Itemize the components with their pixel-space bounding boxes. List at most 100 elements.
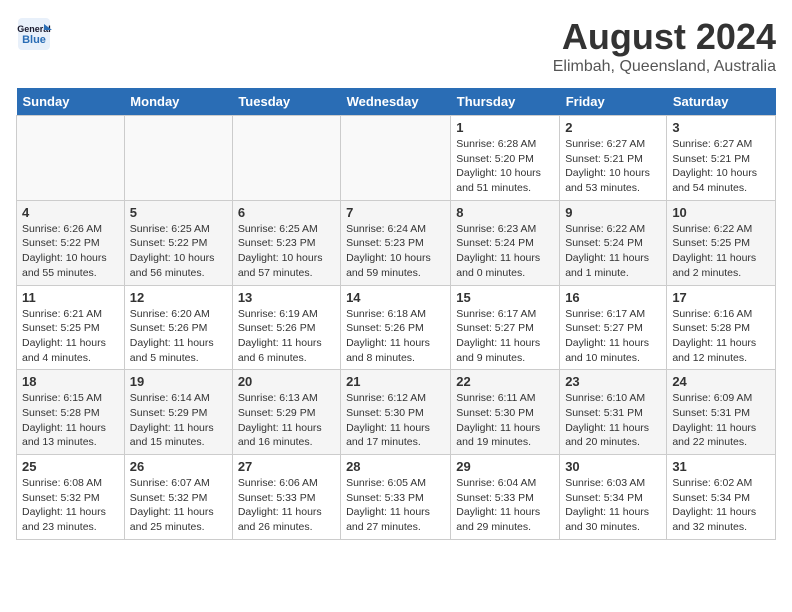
- calendar-cell: 6Sunrise: 6:25 AM Sunset: 5:23 PM Daylig…: [232, 200, 340, 285]
- calendar-subtitle: Elimbah, Queensland, Australia: [553, 58, 776, 76]
- calendar-cell: 10 Sunrise: 6:22 AM Sunset: 5:25 PM Dayli…: [667, 200, 776, 285]
- calendar-cell: 31 Sunrise: 6:02 AM Sunset: 5:34 PM Dayli…: [667, 455, 776, 540]
- day-info: Sunrise: 6:22 AM Sunset: 5:25 PM Dayligh…: [672, 222, 770, 281]
- day-number: 5: [130, 205, 227, 220]
- calendar-cell: [232, 116, 340, 201]
- calendar-cell: 12 Sunrise: 6:20 AM Sunset: 5:26 PM Dayli…: [124, 285, 232, 370]
- day-info: Sunrise: 6:25 AM Sunset: 5:22 PM Dayligh…: [130, 222, 227, 281]
- day-number: 19: [130, 374, 227, 389]
- calendar-cell: 21 Sunrise: 6:12 AM Sunset: 5:30 PM Dayli…: [341, 370, 451, 455]
- day-number: 14: [346, 290, 445, 305]
- title-section: August 2024 Elimbah, Queensland, Austral…: [553, 16, 776, 76]
- calendar-body: 1 Sunrise: 6:28 AM Sunset: 5:20 PM Daylig…: [17, 116, 776, 540]
- week-row-1: 1 Sunrise: 6:28 AM Sunset: 5:20 PM Daylig…: [17, 116, 776, 201]
- weekday-header-saturday: Saturday: [667, 88, 776, 116]
- calendar-cell: 5 Sunrise: 6:25 AM Sunset: 5:22 PM Daylig…: [124, 200, 232, 285]
- logo: General Blue: [16, 16, 52, 52]
- day-number: 21: [346, 374, 445, 389]
- calendar-cell: [17, 116, 125, 201]
- day-info: Sunrise: 6:27 AM Sunset: 5:21 PM Dayligh…: [672, 137, 770, 196]
- day-number: 27: [238, 459, 335, 474]
- calendar-cell: 16 Sunrise: 6:17 AM Sunset: 5:27 PM Dayli…: [560, 285, 667, 370]
- day-number: 15: [456, 290, 554, 305]
- day-info: Sunrise: 6:28 AM Sunset: 5:20 PM Dayligh…: [456, 137, 554, 196]
- calendar-table: SundayMondayTuesdayWednesdayThursdayFrid…: [16, 88, 776, 540]
- day-number: 9: [565, 205, 661, 220]
- calendar-cell: 30 Sunrise: 6:03 AM Sunset: 5:34 PM Dayli…: [560, 455, 667, 540]
- weekday-header-monday: Monday: [124, 88, 232, 116]
- day-info: Sunrise: 6:17 AM Sunset: 5:27 PM Dayligh…: [565, 307, 661, 366]
- calendar-cell: 23Sunrise: 6:10 AM Sunset: 5:31 PM Dayli…: [560, 370, 667, 455]
- day-info: Sunrise: 6:05 AM Sunset: 5:33 PM Dayligh…: [346, 476, 445, 535]
- day-number: 11: [22, 290, 119, 305]
- day-number: 25: [22, 459, 119, 474]
- day-number: 20: [238, 374, 335, 389]
- day-info: Sunrise: 6:08 AM Sunset: 5:32 PM Dayligh…: [22, 476, 119, 535]
- day-number: 1: [456, 120, 554, 135]
- calendar-cell: 13 Sunrise: 6:19 AM Sunset: 5:26 PM Dayli…: [232, 285, 340, 370]
- calendar-cell: [124, 116, 232, 201]
- day-info: Sunrise: 6:14 AM Sunset: 5:29 PM Dayligh…: [130, 391, 227, 450]
- calendar-cell: 18Sunrise: 6:15 AM Sunset: 5:28 PM Dayli…: [17, 370, 125, 455]
- day-number: 17: [672, 290, 770, 305]
- week-row-3: 11 Sunrise: 6:21 AM Sunset: 5:25 PM Dayli…: [17, 285, 776, 370]
- calendar-cell: 27 Sunrise: 6:06 AM Sunset: 5:33 PM Dayli…: [232, 455, 340, 540]
- svg-text:Blue: Blue: [22, 34, 46, 46]
- calendar-cell: 9Sunrise: 6:22 AM Sunset: 5:24 PM Daylig…: [560, 200, 667, 285]
- day-info: Sunrise: 6:23 AM Sunset: 5:24 PM Dayligh…: [456, 222, 554, 281]
- calendar-cell: 25 Sunrise: 6:08 AM Sunset: 5:32 PM Dayli…: [17, 455, 125, 540]
- weekday-header-friday: Friday: [560, 88, 667, 116]
- weekday-header-wednesday: Wednesday: [341, 88, 451, 116]
- calendar-cell: 28 Sunrise: 6:05 AM Sunset: 5:33 PM Dayli…: [341, 455, 451, 540]
- day-number: 30: [565, 459, 661, 474]
- calendar-cell: 11 Sunrise: 6:21 AM Sunset: 5:25 PM Dayli…: [17, 285, 125, 370]
- day-number: 24: [672, 374, 770, 389]
- weekday-header-sunday: Sunday: [17, 88, 125, 116]
- calendar-cell: 15 Sunrise: 6:17 AM Sunset: 5:27 PM Dayli…: [451, 285, 560, 370]
- calendar-cell: 20 Sunrise: 6:13 AM Sunset: 5:29 PM Dayli…: [232, 370, 340, 455]
- day-info: Sunrise: 6:12 AM Sunset: 5:30 PM Dayligh…: [346, 391, 445, 450]
- day-info: Sunrise: 6:20 AM Sunset: 5:26 PM Dayligh…: [130, 307, 227, 366]
- day-info: Sunrise: 6:02 AM Sunset: 5:34 PM Dayligh…: [672, 476, 770, 535]
- day-info: Sunrise: 6:18 AM Sunset: 5:26 PM Dayligh…: [346, 307, 445, 366]
- day-number: 16: [565, 290, 661, 305]
- week-row-5: 25 Sunrise: 6:08 AM Sunset: 5:32 PM Dayli…: [17, 455, 776, 540]
- day-info: Sunrise: 6:03 AM Sunset: 5:34 PM Dayligh…: [565, 476, 661, 535]
- calendar-cell: 26 Sunrise: 6:07 AM Sunset: 5:32 PM Dayli…: [124, 455, 232, 540]
- weekday-header-tuesday: Tuesday: [232, 88, 340, 116]
- day-info: Sunrise: 6:06 AM Sunset: 5:33 PM Dayligh…: [238, 476, 335, 535]
- day-number: 10: [672, 205, 770, 220]
- calendar-cell: 2Sunrise: 6:27 AM Sunset: 5:21 PM Daylig…: [560, 116, 667, 201]
- day-number: 29: [456, 459, 554, 474]
- day-info: Sunrise: 6:17 AM Sunset: 5:27 PM Dayligh…: [456, 307, 554, 366]
- day-info: Sunrise: 6:04 AM Sunset: 5:33 PM Dayligh…: [456, 476, 554, 535]
- day-number: 26: [130, 459, 227, 474]
- calendar-cell: 17Sunrise: 6:16 AM Sunset: 5:28 PM Dayli…: [667, 285, 776, 370]
- day-number: 3: [672, 120, 770, 135]
- day-info: Sunrise: 6:24 AM Sunset: 5:23 PM Dayligh…: [346, 222, 445, 281]
- day-info: Sunrise: 6:09 AM Sunset: 5:31 PM Dayligh…: [672, 391, 770, 450]
- day-number: 31: [672, 459, 770, 474]
- calendar-cell: 1 Sunrise: 6:28 AM Sunset: 5:20 PM Daylig…: [451, 116, 560, 201]
- logo-icon: General Blue: [16, 16, 52, 52]
- calendar-cell: 8Sunrise: 6:23 AM Sunset: 5:24 PM Daylig…: [451, 200, 560, 285]
- day-info: Sunrise: 6:21 AM Sunset: 5:25 PM Dayligh…: [22, 307, 119, 366]
- calendar-cell: 14 Sunrise: 6:18 AM Sunset: 5:26 PM Dayli…: [341, 285, 451, 370]
- day-info: Sunrise: 6:07 AM Sunset: 5:32 PM Dayligh…: [130, 476, 227, 535]
- day-info: Sunrise: 6:27 AM Sunset: 5:21 PM Dayligh…: [565, 137, 661, 196]
- day-info: Sunrise: 6:19 AM Sunset: 5:26 PM Dayligh…: [238, 307, 335, 366]
- day-number: 12: [130, 290, 227, 305]
- calendar-cell: 24 Sunrise: 6:09 AM Sunset: 5:31 PM Dayli…: [667, 370, 776, 455]
- day-number: 13: [238, 290, 335, 305]
- day-info: Sunrise: 6:15 AM Sunset: 5:28 PM Dayligh…: [22, 391, 119, 450]
- day-number: 4: [22, 205, 119, 220]
- calendar-cell: 7Sunrise: 6:24 AM Sunset: 5:23 PM Daylig…: [341, 200, 451, 285]
- day-number: 28: [346, 459, 445, 474]
- calendar-cell: 29 Sunrise: 6:04 AM Sunset: 5:33 PM Dayli…: [451, 455, 560, 540]
- week-row-2: 4 Sunrise: 6:26 AM Sunset: 5:22 PM Daylig…: [17, 200, 776, 285]
- day-info: Sunrise: 6:26 AM Sunset: 5:22 PM Dayligh…: [22, 222, 119, 281]
- day-number: 23: [565, 374, 661, 389]
- day-info: Sunrise: 6:13 AM Sunset: 5:29 PM Dayligh…: [238, 391, 335, 450]
- calendar-cell: [341, 116, 451, 201]
- week-row-4: 18Sunrise: 6:15 AM Sunset: 5:28 PM Dayli…: [17, 370, 776, 455]
